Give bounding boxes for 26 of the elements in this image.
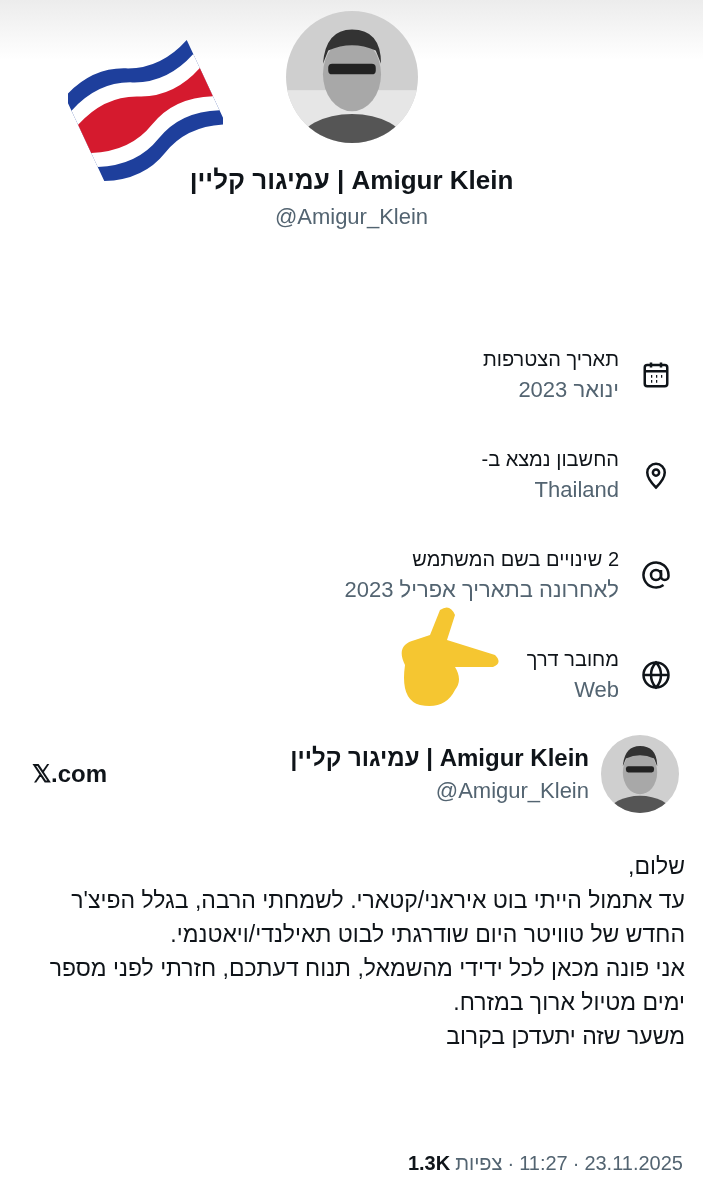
views-count: 1.3K xyxy=(407,1152,451,1175)
info-value: Web xyxy=(573,676,619,703)
info-title: 2 שינויים בשם המשתמש xyxy=(411,547,619,571)
profile-handle: @Amigur_Klein xyxy=(274,204,429,230)
info-title: תאריך הצטרפות xyxy=(482,347,619,371)
info-value: Thailand xyxy=(533,476,619,503)
profile-name: Amigur Klein | עמיגור קליין xyxy=(189,165,514,196)
at-sign-icon xyxy=(641,560,671,590)
post-text: אני פונה מכאן לכל ידידי מהשמאל, תנוח דעתכם, חזרתי לפני מספר ימים מטיול ארוך במזרח. xyxy=(48,954,685,1017)
info-value: ינואר 2023 xyxy=(517,376,619,403)
post-time: 11:27 xyxy=(519,1152,568,1175)
calendar-icon xyxy=(641,360,671,390)
site-label: 𝕏.com xyxy=(32,760,107,788)
post-date: 23.11.2025 xyxy=(584,1152,683,1175)
views-label: צפיות xyxy=(455,1152,503,1175)
info-title: החשבון נמצא ב- xyxy=(481,447,619,471)
post-text: עד אתמול הייתי בוט איראני/קטארי. לשמחתי הרבה, בגלל הפיצ'ר החדש של טוויטר היום שודרגתי לבוט תאילנדי/ויאטנמי. xyxy=(70,886,685,949)
post-text: שלום, xyxy=(627,852,685,881)
separator-dot: · xyxy=(507,1152,515,1175)
info-value: לאחרונה בתאריך אפריל 2023 xyxy=(344,576,619,603)
globe-icon xyxy=(641,660,671,690)
info-title: מחובר דרך xyxy=(526,647,619,671)
author-name: Amigur Klein | עמיגור קליין xyxy=(290,744,589,772)
post-text: משער שזה יתעדכן בקרוב xyxy=(445,1022,685,1051)
author-handle: @Amigur_Klein xyxy=(434,778,589,804)
separator-dot: · xyxy=(572,1152,580,1175)
